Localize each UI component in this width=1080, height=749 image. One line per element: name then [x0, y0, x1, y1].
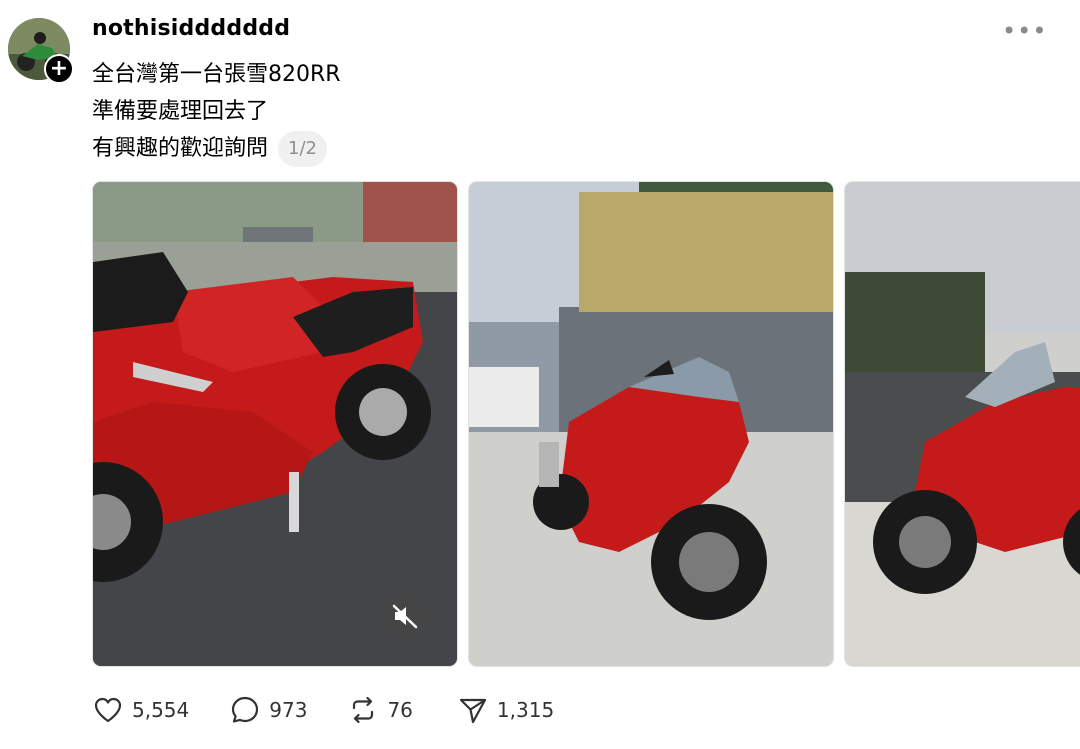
comment-icon: [232, 696, 259, 723]
repost-count: 76: [387, 698, 413, 722]
heart-icon: [94, 697, 122, 723]
send-icon: [459, 698, 487, 724]
follow-plus-icon[interactable]: +: [44, 54, 74, 84]
page-indicator: 1/2: [278, 131, 327, 167]
post-actions: 5,554 973 76 1,315: [92, 690, 594, 730]
repost-icon: [353, 696, 374, 724]
more-options-icon[interactable]: •••: [1002, 16, 1046, 46]
media-image[interactable]: [468, 181, 834, 667]
caption-line-text: 有興趣的歡迎詢問: [92, 136, 269, 161]
reply-button[interactable]: 973: [229, 694, 307, 726]
share-button[interactable]: 1,315: [457, 694, 554, 726]
like-count: 5,554: [132, 698, 190, 722]
username[interactable]: nothisiddddddd: [92, 16, 290, 41]
caption-line: 準備要處理回去了: [92, 99, 269, 124]
repost-button[interactable]: 76: [347, 694, 413, 726]
caption-line: 全台灣第一台張雪820RR: [92, 62, 341, 87]
media-carousel[interactable]: [92, 181, 1080, 667]
post-caption: 全台灣第一台張雪820RR 準備要處理回去了 有興趣的歡迎詢問 1/2: [92, 56, 341, 167]
speaker-muted-icon[interactable]: [381, 592, 429, 640]
share-count: 1,315: [496, 698, 555, 722]
avatar[interactable]: +: [8, 18, 74, 84]
media-video[interactable]: [92, 181, 458, 667]
reply-count: 973: [269, 698, 308, 722]
caption-line: 有興趣的歡迎詢問 1/2: [92, 130, 341, 167]
media-image[interactable]: [844, 181, 1080, 667]
like-button[interactable]: 5,554: [92, 694, 189, 726]
